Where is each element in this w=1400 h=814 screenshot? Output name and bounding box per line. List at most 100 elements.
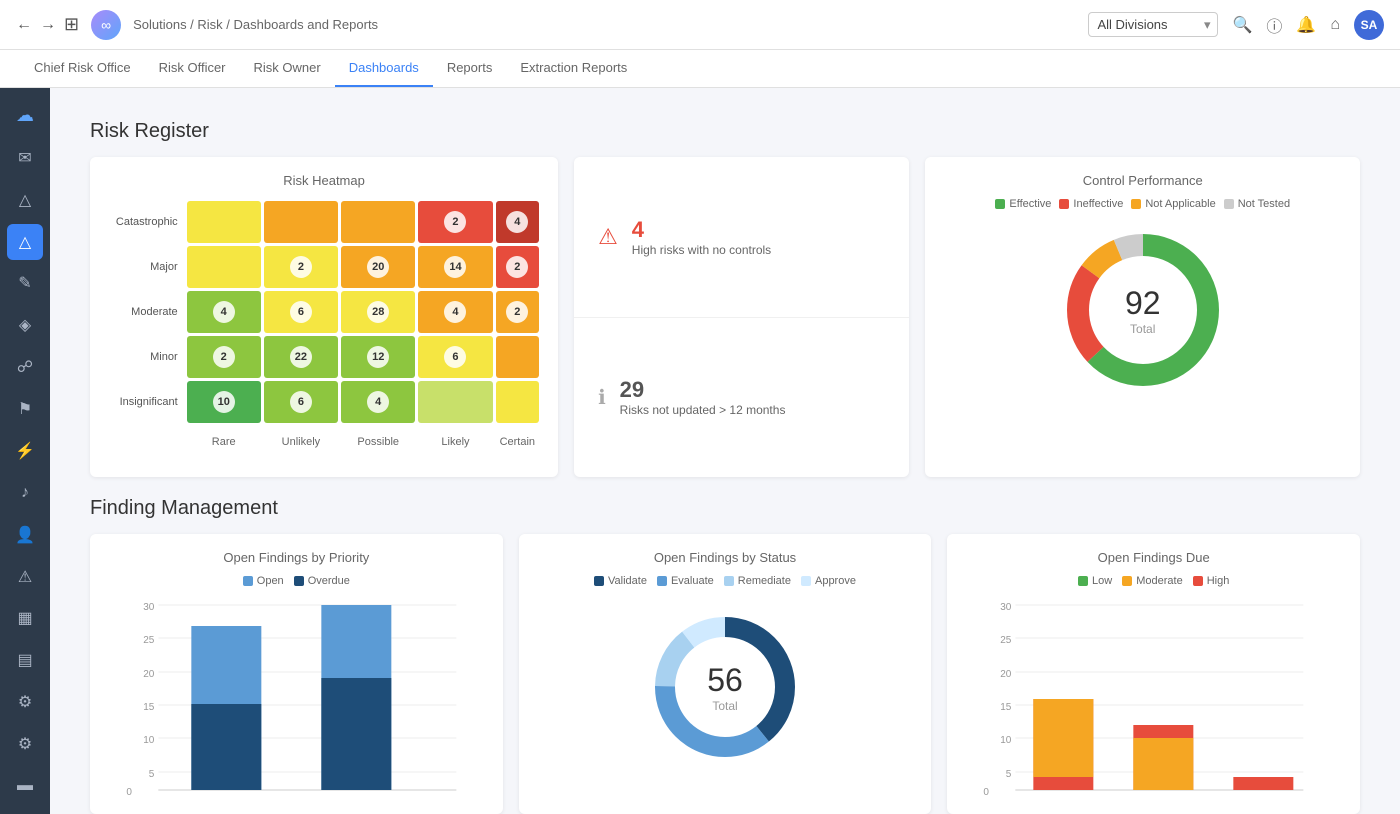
sidebar-item-edit[interactable]: ✎ xyxy=(7,266,43,302)
findings-priority-legend: Open Overdue xyxy=(106,575,487,587)
heatmap-cell[interactable]: 6 xyxy=(264,381,338,423)
heatmap-cell-value: 4 xyxy=(444,301,466,323)
back-icon[interactable]: ← xyxy=(16,16,32,34)
heatmap-cell[interactable]: 4 xyxy=(496,201,540,243)
heatmap-cell[interactable]: 2 xyxy=(418,201,492,243)
heatmap-cell[interactable]: 22 xyxy=(264,336,338,378)
finding-management-cards: Open Findings by Priority Open Overdue 3… xyxy=(90,534,1360,814)
heatmap-title: Risk Heatmap xyxy=(106,173,542,188)
topbar-right: All Divisions 🔍 ⓘ 🔔 ⌂ SA xyxy=(1088,10,1384,40)
sidebar-item-bar[interactable]: ▬ xyxy=(7,768,43,804)
alert-info-icon: ℹ xyxy=(598,385,606,410)
priority-bar-svg: 30 25 20 15 10 5 xyxy=(106,595,487,795)
heatmap-row-label: Insignificant xyxy=(109,381,184,423)
bell-icon[interactable]: 🔔 xyxy=(1296,15,1316,35)
sidebar-item-gear1[interactable]: ⚙ xyxy=(7,684,43,720)
heatmap-cell[interactable]: 2 xyxy=(496,291,540,333)
heatmap-cell[interactable]: 2 xyxy=(496,246,540,288)
svg-text:20: 20 xyxy=(1001,669,1013,680)
status-total-label: Total xyxy=(707,699,743,713)
outdated-risks-label: Risks not updated > 12 months xyxy=(620,403,786,417)
sidebar-item-alert1[interactable]: △ xyxy=(7,182,43,218)
heatmap-row-label: Moderate xyxy=(109,291,184,333)
moderate-due-dot xyxy=(1122,576,1132,586)
low-dot xyxy=(1078,576,1088,586)
overdue-moderate-bar xyxy=(1034,699,1094,777)
moderate-overdue-bar xyxy=(191,704,261,790)
heatmap-cell-value: 4 xyxy=(213,301,235,323)
heatmap-cell[interactable]: 10 xyxy=(187,381,261,423)
grid-icon[interactable]: ⊞ xyxy=(64,14,79,35)
heatmap-row-label: Catastrophic xyxy=(109,201,184,243)
sidebar: ☁ ✉ △ △ ✎ ◈ ☍ ⚑ ⚡ ♪ 👤 ⚠ ▦ ▤ ⚙ ⚙ ▬ xyxy=(0,88,50,814)
heatmap-cell[interactable]: 2 xyxy=(264,246,338,288)
subnav-chief-risk-office[interactable]: Chief Risk Office xyxy=(20,50,145,87)
division-selector[interactable]: All Divisions xyxy=(1088,12,1218,37)
heatmap-cell[interactable]: 2 xyxy=(187,336,261,378)
legend-remediate: Remediate xyxy=(724,575,791,587)
heatmap-cell[interactable]: 4 xyxy=(187,291,261,333)
heatmap-cell[interactable] xyxy=(496,381,540,423)
subnav-risk-officer[interactable]: Risk Officer xyxy=(145,50,240,87)
sidebar-item-alert2[interactable]: △ xyxy=(7,224,43,260)
sidebar-item-cloud[interactable]: ☁ xyxy=(7,98,43,134)
sidebar-item-flag[interactable]: ⚑ xyxy=(7,391,43,427)
division-dropdown[interactable]: All Divisions xyxy=(1088,12,1218,37)
sidebar-item-table[interactable]: ▦ xyxy=(7,601,43,637)
sidebar-item-list[interactable]: ▤ xyxy=(7,642,43,678)
svg-text:5: 5 xyxy=(149,769,155,780)
risk-register-cards: Risk Heatmap Catastrophic24Major220142Mo… xyxy=(90,157,1360,477)
sidebar-item-mail[interactable]: ✉ xyxy=(7,140,43,176)
nextmonth-high-bar xyxy=(1234,777,1294,790)
heatmap-cell[interactable] xyxy=(341,201,415,243)
heatmap-cell-value: 6 xyxy=(444,346,466,368)
forward-icon[interactable]: → xyxy=(40,16,56,34)
breadcrumb: Solutions / Risk / Dashboards and Report… xyxy=(133,17,1076,32)
heatmap-cell[interactable] xyxy=(418,381,492,423)
alert-high-risks[interactable]: ⚠ 4 High risks with no controls xyxy=(574,157,909,318)
alert-high-risks-text: 4 High risks with no controls xyxy=(632,217,771,257)
control-performance-card: Control Performance Effective Ineffectiv… xyxy=(925,157,1360,477)
heatmap-cell[interactable]: 6 xyxy=(418,336,492,378)
heatmap-cell[interactable] xyxy=(264,201,338,243)
findings-priority-chart: 30 25 20 15 10 5 xyxy=(106,595,487,798)
not-applicable-dot xyxy=(1131,199,1141,209)
heatmap-cell[interactable]: 4 xyxy=(418,291,492,333)
heatmap-cell[interactable]: 4 xyxy=(341,381,415,423)
home-icon[interactable]: ⌂ xyxy=(1330,16,1340,34)
heatmap-cell-value: 10 xyxy=(213,391,235,413)
heatmap-cell[interactable]: 14 xyxy=(418,246,492,288)
subnav-risk-owner[interactable]: Risk Owner xyxy=(240,50,335,87)
sidebar-item-diamond[interactable]: ◈ xyxy=(7,307,43,343)
sidebar-item-note[interactable]: ♪ xyxy=(7,475,43,511)
main-content: Risk Register Risk Heatmap Catastrophic2… xyxy=(50,88,1400,814)
sidebar-item-gear2[interactable]: ⚙ xyxy=(7,726,43,762)
findings-status-legend: Validate Evaluate Remediate Approve xyxy=(535,575,916,587)
subnav-reports[interactable]: Reports xyxy=(433,50,507,87)
search-icon[interactable]: 🔍 xyxy=(1232,15,1252,35)
heatmap-cell[interactable]: 6 xyxy=(264,291,338,333)
heatmap-cell[interactable]: 28 xyxy=(341,291,415,333)
alert-outdated-risks[interactable]: ℹ 29 Risks not updated > 12 months xyxy=(574,318,909,478)
heatmap-cell[interactable] xyxy=(496,336,540,378)
help-icon[interactable]: ⓘ xyxy=(1266,13,1282,37)
subnav-extraction-reports[interactable]: Extraction Reports xyxy=(506,50,641,87)
heatmap-cell-value: 20 xyxy=(367,256,389,278)
heatmap-table: Catastrophic24Major220142Moderate462842M… xyxy=(106,198,542,461)
heatmap-card: Risk Heatmap Catastrophic24Major220142Mo… xyxy=(90,157,558,477)
sidebar-item-person[interactable]: 👤 xyxy=(7,517,43,553)
remediate-dot xyxy=(724,576,734,586)
heatmap-cell[interactable] xyxy=(187,246,261,288)
sidebar-item-globe[interactable]: ☍ xyxy=(7,349,43,385)
high-risks-label: High risks with no controls xyxy=(632,243,771,257)
heatmap-cell[interactable]: 12 xyxy=(341,336,415,378)
heatmap-cell[interactable]: 20 xyxy=(341,246,415,288)
heatmap-cell-value: 12 xyxy=(367,346,389,368)
sidebar-item-lightning[interactable]: ⚡ xyxy=(7,433,43,469)
heatmap-cell[interactable] xyxy=(187,201,261,243)
heatmap-row-label: Minor xyxy=(109,336,184,378)
subnav-dashboards[interactable]: Dashboards xyxy=(335,50,433,87)
heatmap-row-label: Major xyxy=(109,246,184,288)
sidebar-item-warn[interactable]: ⚠ xyxy=(7,559,43,595)
avatar[interactable]: SA xyxy=(1354,10,1384,40)
